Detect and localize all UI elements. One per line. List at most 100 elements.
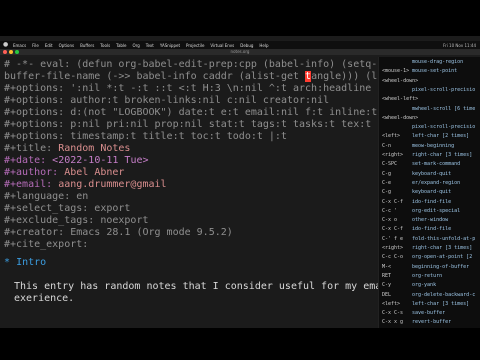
command-name: org-edit-special <box>412 207 461 214</box>
zoom-window-icon[interactable] <box>15 50 19 54</box>
command-log-row: M-< beginning-of-buffer <box>382 264 469 270</box>
command-name: org-delete-backward-c <box>412 291 476 298</box>
command-log-row: <wheel-left> <box>382 96 418 102</box>
org-editor[interactable]: # -*- eval: (defun org-babel-edit-prep:c… <box>0 57 425 332</box>
window-controls <box>3 50 19 54</box>
command-name: left-char [3 times] <box>412 300 470 307</box>
options-line: #+options: d:(not "LOGBOOK") date:t e:t … <box>4 107 414 118</box>
command-log-row: <wheel-down> <box>382 77 419 84</box>
body-text-line: This entry has random notes that I consi… <box>14 281 394 292</box>
command-log-row: RET org-return <box>382 273 442 279</box>
key-binding: <left> <box>382 133 401 140</box>
command-name: keyboard-quit <box>412 170 452 177</box>
menu-item[interactable]: Virtual Envs <box>210 43 234 48</box>
command-name: pixel-scroll-precisio <box>412 86 476 93</box>
key-binding: C-c C-o <box>382 254 404 261</box>
command-name: pixel-scroll-precisio <box>412 124 476 131</box>
command-name: other-window <box>412 217 449 224</box>
command-log-row: C-SPC set-mark-command <box>382 161 460 167</box>
command-name: beginning-of-buffer <box>412 263 470 270</box>
window-title: notes.org <box>230 49 250 54</box>
key-binding: C-x C-f <box>382 226 404 233</box>
close-window-icon[interactable] <box>3 50 7 54</box>
command-log-row: C-x o other-window <box>382 217 448 223</box>
key-binding: <wheel-down> <box>382 77 419 84</box>
key-binding: C-g <box>382 189 392 196</box>
command-log-row: <right> right-char [3 times] <box>382 245 472 251</box>
menu-item[interactable]: Options <box>59 43 74 48</box>
command-name: org-open-at-point [2 <box>412 254 473 261</box>
command-log-panel[interactable]: mouse-drag-region <mouse-1> mouse-set-poin… <box>378 57 480 332</box>
key-binding: C-n <box>382 142 392 149</box>
key-binding: C-c ' <box>382 207 398 214</box>
key-binding: C-x o <box>382 217 398 224</box>
command-log-row: C-c ' org-edit-special <box>382 208 460 214</box>
command-name: mwheel-scroll [6 time <box>412 105 476 112</box>
letterbox-bottom <box>0 328 480 360</box>
screen: ● Emacs File Edit Options Buffers Tools … <box>0 0 480 360</box>
menu-item[interactable]: Projectile <box>186 43 204 48</box>
key-binding: RET <box>382 272 392 279</box>
menu-item[interactable]: Emacs <box>13 43 26 48</box>
command-log-row: mouse-drag-region <box>382 59 463 65</box>
command-log-row: <left> left-char [3 times] <box>382 301 469 307</box>
language-line: #+language: en <box>4 191 89 202</box>
command-name: org-yank <box>412 282 437 289</box>
keyword: #+author: <box>4 167 65 178</box>
email-line: #+email: aang.drummer@gmail <box>4 179 167 191</box>
line-segment: buffer-file-name (->> babel-info caddr (… <box>4 71 306 82</box>
menu-item[interactable]: Tools <box>100 43 110 48</box>
key-binding: M-< <box>382 263 392 270</box>
window-titlebar: notes.org <box>0 49 480 55</box>
command-log-row: C-x C-f ido-find-file <box>382 226 451 232</box>
command-log-row: C-c C-o org-open-at-point [2 <box>382 254 472 260</box>
menu-item[interactable]: Debug <box>240 43 253 48</box>
options-line: #+options: author:t broken-links:nil c:n… <box>4 95 330 106</box>
clock-status: Fri 10 Nov 11:44 <box>442 42 476 48</box>
email-value: aang.drummer@gmail <box>58 179 167 190</box>
menu-item[interactable]: YASnippet <box>160 43 180 48</box>
heading-text: Intro <box>16 257 47 268</box>
command-log-row: <mouse-1> mouse-set-point <box>382 68 457 74</box>
menu-item[interactable]: Buffers <box>80 43 94 48</box>
key-binding: C-g <box>382 170 392 177</box>
command-name: right-char [3 times] <box>412 245 473 251</box>
menu-item[interactable]: Text <box>146 43 154 48</box>
command-name: right-char [3 times] <box>412 152 473 158</box>
command-log-row: pixel-scroll-precisio <box>382 87 475 93</box>
letterbox-top <box>0 0 480 36</box>
command-log-row: C-g keyboard-quit <box>382 189 451 195</box>
key-binding: C-' f e <box>382 235 404 242</box>
keyword: #+date: <box>4 155 53 166</box>
minimize-window-icon[interactable] <box>9 50 13 54</box>
command-log-row: <left> left-char [2 times] <box>382 133 469 139</box>
key-binding: C-e <box>382 179 392 186</box>
command-name: er/expand-region <box>412 179 461 186</box>
body-text-line: exerience. <box>14 293 75 304</box>
heading-bullet: * <box>4 257 11 268</box>
command-log-row: C-g keyboard-quit <box>382 171 451 177</box>
menu-item[interactable]: File <box>32 43 39 48</box>
command-log-row: C-n meow-beginning <box>382 143 454 149</box>
key-binding: C-SPC <box>382 161 398 168</box>
menu-item[interactable]: Table <box>116 43 126 48</box>
command-log-row: C-e er/expand-region <box>382 180 460 186</box>
menu-item[interactable]: Edit <box>45 43 53 48</box>
select-tags-line: #+select_tags: export <box>4 203 131 214</box>
command-log-row: <right> right-char [3 times] <box>382 152 472 158</box>
command-log-row: DEL org-delete-backward-c <box>382 292 475 298</box>
author-value: Abel Abner <box>64 167 125 178</box>
key-binding: <right> <box>382 152 404 158</box>
menu-item[interactable]: Help <box>259 43 268 48</box>
exclude-tags-line: #+exclude_tags: noexport <box>4 215 149 226</box>
menu-item[interactable]: Org <box>133 43 140 48</box>
command-name: org-return <box>412 272 443 279</box>
file-local-vars-line: # -*- eval: (defun org-babel-edit-prep:c… <box>4 59 408 70</box>
key-binding: C-x C-s <box>382 310 404 317</box>
command-name: left-char [2 times] <box>412 133 470 140</box>
heading-line: * Intro <box>4 257 46 269</box>
command-name: ido-find-file <box>412 198 452 205</box>
date-value: <2022-10-11 Tue> <box>52 155 149 166</box>
apple-icon[interactable]: ● <box>3 42 9 48</box>
author-line: #+author: Abel Abner <box>4 167 124 179</box>
